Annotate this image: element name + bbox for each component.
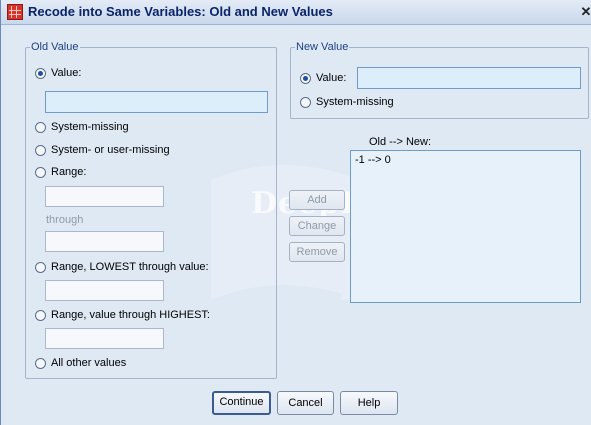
- radio-button[interactable]: [35, 261, 46, 273]
- old-value-radio-value[interactable]: Value:: [35, 67, 81, 79]
- old-value-input[interactable]: [45, 91, 268, 113]
- range-lowest-input[interactable]: [45, 280, 164, 301]
- all-other-label: All other values: [51, 357, 127, 369]
- range-highest-label: Range, value through HIGHEST:: [51, 309, 210, 321]
- system-user-missing-label: System- or user-missing: [51, 144, 170, 156]
- new-value-value-label: Value:: [316, 72, 347, 84]
- spss-grid-icon: [7, 4, 23, 20]
- old-value-radio-range[interactable]: Range:: [35, 166, 86, 178]
- old-value-legend: Old Value: [31, 41, 79, 53]
- cancel-button[interactable]: Cancel: [277, 391, 334, 415]
- range-lowest-label: Range, LOWEST through value:: [51, 261, 209, 273]
- close-button[interactable]: ✕: [580, 4, 591, 20]
- recode-dialog: Recode into Same Variables: Old and New …: [0, 0, 591, 425]
- mapping-header: Old --> New:: [369, 136, 432, 148]
- new-value-input[interactable]: [357, 67, 581, 89]
- old-value-radio-range-lowest[interactable]: Range, LOWEST through value:: [35, 261, 209, 273]
- old-value-radio-range-highest[interactable]: Range, value through HIGHEST:: [35, 309, 210, 321]
- add-button[interactable]: Add: [289, 190, 345, 210]
- old-value-radio-system-missing[interactable]: System-missing: [35, 121, 129, 133]
- new-value-legend: New Value: [296, 41, 349, 53]
- old-value-radio-system-user-missing[interactable]: System- or user-missing: [35, 144, 170, 156]
- continue-button[interactable]: Continue: [212, 391, 271, 415]
- radio-button[interactable]: [35, 166, 46, 178]
- help-button[interactable]: Help: [340, 391, 398, 415]
- radio-button[interactable]: [35, 67, 46, 79]
- title-bar[interactable]: Recode into Same Variables: Old and New …: [1, 0, 591, 25]
- radio-button[interactable]: [35, 357, 46, 369]
- close-icon: ✕: [580, 4, 591, 19]
- new-value-radio-value[interactable]: Value:: [300, 72, 346, 84]
- radio-button[interactable]: [35, 144, 46, 156]
- system-missing-label: System-missing: [51, 121, 129, 133]
- old-value-radio-all-other[interactable]: All other values: [35, 357, 126, 369]
- range-label: Range:: [51, 166, 87, 178]
- radio-button[interactable]: [300, 72, 311, 84]
- new-value-radio-system-missing[interactable]: System-missing: [300, 96, 394, 108]
- change-button[interactable]: Change: [289, 216, 345, 236]
- mapping-item[interactable]: -1 --> 0: [355, 154, 576, 166]
- through-label: through: [46, 214, 84, 226]
- remove-button[interactable]: Remove: [289, 242, 345, 262]
- window-title: Recode into Same Variables: Old and New …: [28, 4, 333, 19]
- radio-button[interactable]: [35, 309, 46, 321]
- radio-button[interactable]: [300, 96, 311, 108]
- radio-button[interactable]: [35, 121, 46, 133]
- range-from-input[interactable]: [45, 186, 164, 207]
- range-to-input[interactable]: [45, 231, 164, 252]
- old-value-value-label: Value:: [51, 67, 82, 79]
- new-system-missing-label: System-missing: [316, 96, 394, 108]
- range-highest-input[interactable]: [45, 328, 164, 349]
- mapping-list[interactable]: -1 --> 0: [350, 150, 581, 303]
